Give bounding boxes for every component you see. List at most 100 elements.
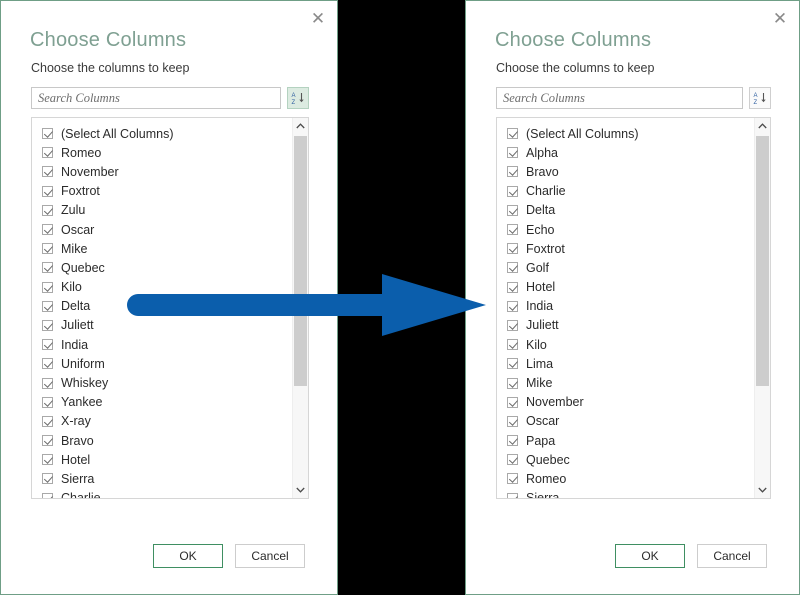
close-icon[interactable]: ✕ <box>305 5 331 31</box>
checkbox-checked-icon[interactable] <box>507 243 518 255</box>
scroll-down-icon[interactable] <box>293 482 308 498</box>
scroll-up-icon[interactable] <box>755 118 770 134</box>
checkbox-checked-icon[interactable] <box>507 396 518 408</box>
sort-az-button[interactable]: A Z <box>287 87 309 109</box>
search-input[interactable] <box>31 87 281 109</box>
list-item[interactable]: Sierra <box>497 489 754 498</box>
checkbox-checked-icon[interactable] <box>507 128 518 140</box>
checkbox-checked-icon[interactable] <box>507 224 518 236</box>
scroll-up-icon[interactable] <box>293 118 308 134</box>
sort-az-button[interactable]: A Z <box>749 87 771 109</box>
list-item[interactable]: November <box>497 393 754 412</box>
scrollbar[interactable] <box>292 118 308 498</box>
checkbox-checked-icon[interactable] <box>42 204 53 216</box>
list-item[interactable]: India <box>32 335 292 354</box>
list-item[interactable]: Bravo <box>497 162 754 181</box>
checkbox-checked-icon[interactable] <box>42 358 53 370</box>
list-item[interactable]: Juliett <box>497 316 754 335</box>
list-item[interactable]: Charlie <box>497 182 754 201</box>
list-item[interactable]: Oscar <box>497 412 754 431</box>
checkbox-checked-icon[interactable] <box>507 147 518 159</box>
list-item[interactable]: Mike <box>497 373 754 392</box>
list-item[interactable]: Charlie <box>32 489 292 498</box>
list-item[interactable]: X-ray <box>32 412 292 431</box>
checkbox-checked-icon[interactable] <box>507 262 518 274</box>
list-item[interactable]: November <box>32 162 292 181</box>
list-item[interactable]: Uniform <box>32 354 292 373</box>
checkbox-checked-icon[interactable] <box>42 166 53 178</box>
list-item[interactable]: Zulu <box>32 201 292 220</box>
checkbox-checked-icon[interactable] <box>42 128 53 140</box>
checkbox-checked-icon[interactable] <box>42 454 53 466</box>
list-item[interactable]: Romeo <box>497 469 754 488</box>
checkbox-checked-icon[interactable] <box>42 147 53 159</box>
list-item[interactable]: Kilo <box>497 335 754 354</box>
list-item[interactable]: Foxtrot <box>32 182 292 201</box>
checkbox-checked-icon[interactable] <box>42 243 53 255</box>
checkbox-checked-icon[interactable] <box>507 185 518 197</box>
list-item[interactable]: Papa <box>497 431 754 450</box>
checkbox-checked-icon[interactable] <box>42 319 53 331</box>
list-item[interactable]: Oscar <box>32 220 292 239</box>
checkbox-checked-icon[interactable] <box>507 166 518 178</box>
checkbox-checked-icon[interactable] <box>507 377 518 389</box>
cancel-button[interactable]: Cancel <box>235 544 305 568</box>
checkbox-checked-icon[interactable] <box>507 281 518 293</box>
list-item[interactable]: Hotel <box>32 450 292 469</box>
checkbox-checked-icon[interactable] <box>42 262 53 274</box>
list-item[interactable]: Alpha <box>497 143 754 162</box>
checkbox-checked-icon[interactable] <box>42 396 53 408</box>
list-item[interactable]: Delta <box>497 201 754 220</box>
ok-button[interactable]: OK <box>153 544 223 568</box>
list-item[interactable]: (Select All Columns) <box>32 124 292 143</box>
close-icon[interactable]: ✕ <box>767 5 793 31</box>
scroll-down-icon[interactable] <box>755 482 770 498</box>
checkbox-checked-icon[interactable] <box>507 415 518 427</box>
checkbox-checked-icon[interactable] <box>507 339 518 351</box>
checkbox-checked-icon[interactable] <box>507 473 518 485</box>
list-item[interactable]: Bravo <box>32 431 292 450</box>
list-item[interactable]: Golf <box>497 258 754 277</box>
list-item[interactable]: Lima <box>497 354 754 373</box>
checkbox-checked-icon[interactable] <box>507 358 518 370</box>
columns-listbox[interactable]: (Select All Columns) Romeo November Foxtrot… <box>31 117 309 499</box>
list-item[interactable]: Whiskey <box>32 373 292 392</box>
checkbox-checked-icon[interactable] <box>42 435 53 447</box>
checkbox-checked-icon[interactable] <box>507 492 518 498</box>
checkbox-checked-icon[interactable] <box>507 454 518 466</box>
list-item[interactable]: (Select All Columns) <box>497 124 754 143</box>
checkbox-checked-icon[interactable] <box>42 473 53 485</box>
list-item[interactable]: Echo <box>497 220 754 239</box>
cancel-button[interactable]: Cancel <box>697 544 767 568</box>
checkbox-checked-icon[interactable] <box>507 300 518 312</box>
list-item[interactable]: Delta <box>32 297 292 316</box>
search-input[interactable] <box>496 87 743 109</box>
checkbox-checked-icon[interactable] <box>42 415 53 427</box>
list-item[interactable]: Quebec <box>32 258 292 277</box>
list-item[interactable]: Hotel <box>497 278 754 297</box>
list-item[interactable]: Sierra <box>32 469 292 488</box>
checkbox-checked-icon[interactable] <box>507 319 518 331</box>
checkbox-checked-icon[interactable] <box>507 204 518 216</box>
list-item[interactable]: Kilo <box>32 278 292 297</box>
checkbox-checked-icon[interactable] <box>42 492 53 498</box>
checkbox-checked-icon[interactable] <box>507 435 518 447</box>
list-item[interactable]: India <box>497 297 754 316</box>
list-item[interactable]: Yankee <box>32 393 292 412</box>
scrollbar[interactable] <box>754 118 770 498</box>
checkbox-checked-icon[interactable] <box>42 377 53 389</box>
checkbox-checked-icon[interactable] <box>42 185 53 197</box>
scrollbar-thumb[interactable] <box>294 136 307 386</box>
list-item[interactable]: Juliett <box>32 316 292 335</box>
scrollbar-thumb[interactable] <box>756 136 769 386</box>
list-item[interactable]: Mike <box>32 239 292 258</box>
list-item[interactable]: Romeo <box>32 143 292 162</box>
columns-listbox[interactable]: (Select All Columns) Alpha Bravo Charlie Del… <box>496 117 771 499</box>
list-item[interactable]: Foxtrot <box>497 239 754 258</box>
checkbox-checked-icon[interactable] <box>42 281 53 293</box>
checkbox-checked-icon[interactable] <box>42 300 53 312</box>
checkbox-checked-icon[interactable] <box>42 339 53 351</box>
ok-button[interactable]: OK <box>615 544 685 568</box>
list-item[interactable]: Quebec <box>497 450 754 469</box>
checkbox-checked-icon[interactable] <box>42 224 53 236</box>
